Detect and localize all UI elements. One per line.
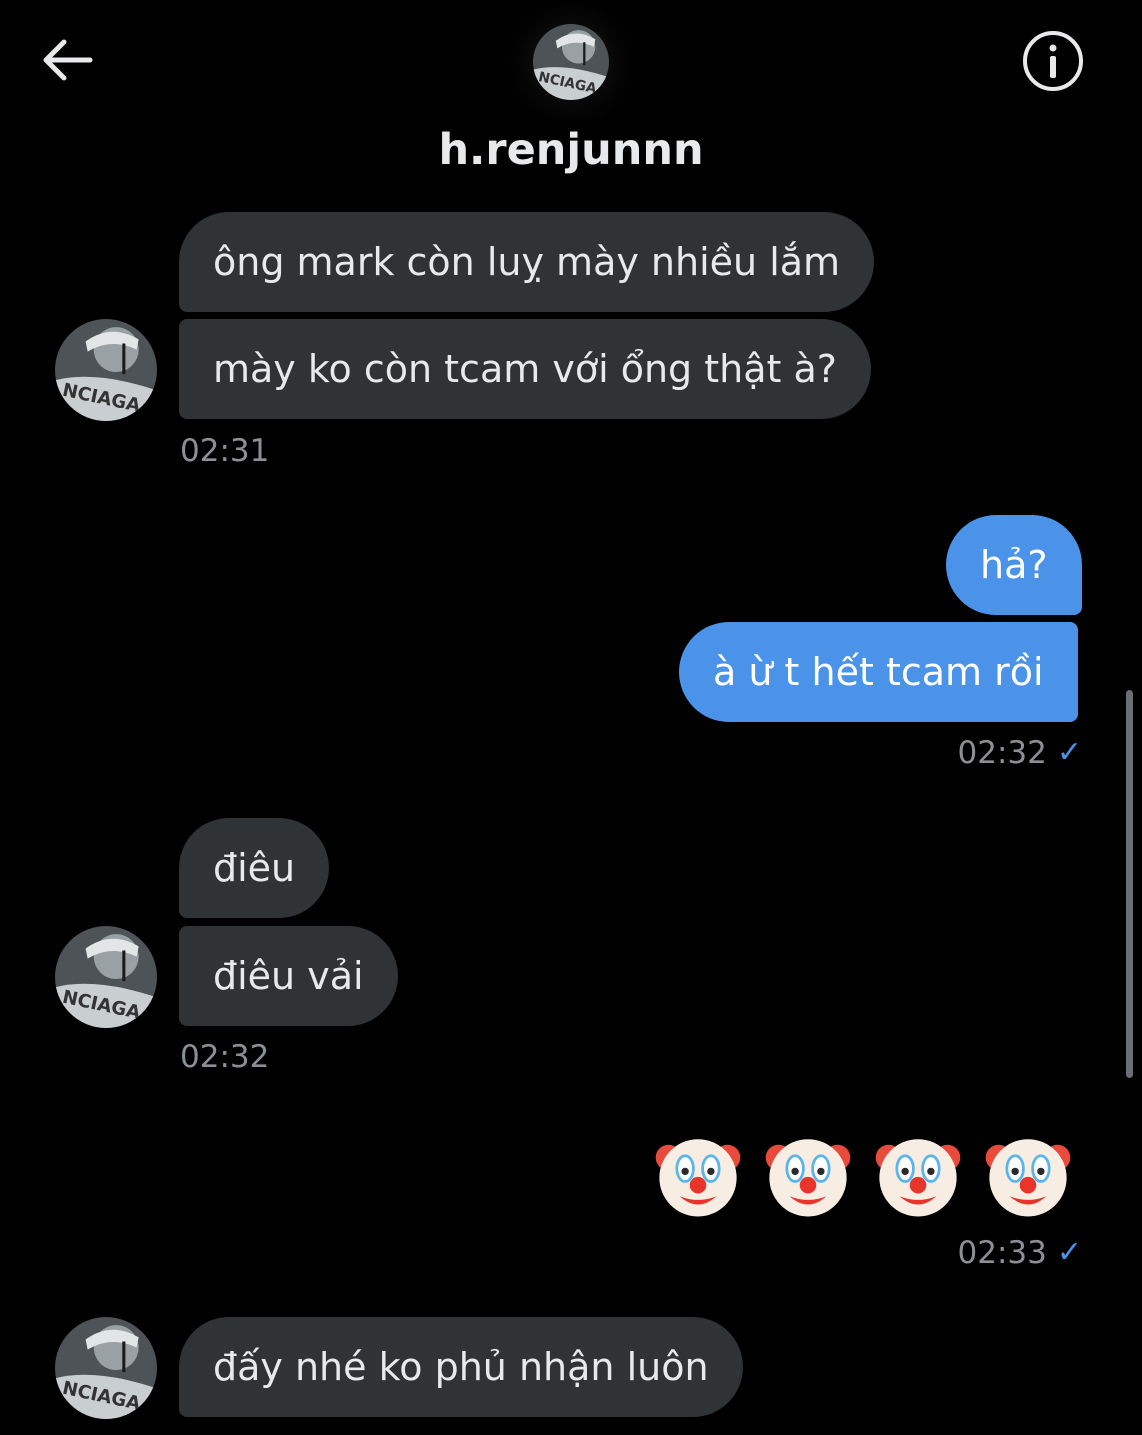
profile-photo: NCIAGA bbox=[533, 24, 609, 100]
message-timestamp: 02:33 bbox=[957, 1235, 1047, 1271]
message-bubble-incoming[interactable]: điêu vải bbox=[179, 926, 398, 1026]
message-text: hả? bbox=[980, 543, 1048, 587]
header-avatar[interactable]: NCIAGA bbox=[533, 24, 609, 100]
back-button[interactable] bbox=[38, 34, 96, 86]
message-text: à ừ t hết tcam rồi bbox=[713, 650, 1044, 694]
read-check-icon: ✓ bbox=[1056, 735, 1082, 770]
scrollbar-thumb[interactable] bbox=[1126, 690, 1133, 1078]
sender-avatar[interactable]: NCIAGA bbox=[55, 926, 157, 1028]
sender-avatar[interactable]: NCIAGA bbox=[55, 319, 157, 421]
message-timestamp: 02:31 bbox=[180, 433, 270, 469]
profile-photo: NCIAGA bbox=[55, 926, 157, 1028]
message-timestamp: 02:32 bbox=[957, 735, 1047, 771]
message-timestamp: 02:32 bbox=[180, 1039, 270, 1075]
clown-face-icon bbox=[765, 1139, 851, 1217]
message-text: đấy nhé ko phủ nhận luôn bbox=[213, 1345, 709, 1389]
conversation-title: h.renjunnn bbox=[438, 125, 704, 175]
info-icon bbox=[1023, 31, 1083, 91]
clown-face-icon bbox=[985, 1139, 1071, 1217]
message-text: điêu bbox=[213, 846, 296, 890]
info-button[interactable] bbox=[1022, 30, 1084, 92]
message-bubble-outgoing[interactable]: à ừ t hết tcam rồi bbox=[679, 622, 1078, 722]
message-status: 02:33 ✓ bbox=[958, 1233, 1082, 1273]
message-text: điêu vải bbox=[213, 954, 364, 998]
clown-face-icon bbox=[655, 1139, 741, 1217]
read-check-icon: ✓ bbox=[1056, 1235, 1082, 1270]
message-bubble-incoming[interactable]: mày ko còn tcam với ổng thật à? bbox=[179, 319, 871, 419]
message-bubble-incoming[interactable]: điêu bbox=[179, 818, 330, 918]
message-bubble-incoming[interactable]: ông mark còn luỵ mày nhiều lắm bbox=[179, 212, 875, 312]
message-bubble-outgoing[interactable]: hả? bbox=[946, 515, 1082, 615]
clown-face-icon bbox=[875, 1139, 961, 1217]
profile-photo: NCIAGA bbox=[55, 1317, 157, 1419]
message-status: 02:32 ✓ bbox=[958, 733, 1082, 773]
sender-avatar[interactable]: NCIAGA bbox=[55, 1317, 157, 1419]
profile-photo: NCIAGA bbox=[55, 319, 157, 421]
message-text: ông mark còn luỵ mày nhiều lắm bbox=[213, 240, 841, 284]
message-bubble-incoming[interactable]: đấy nhé ko phủ nhận luôn bbox=[179, 1317, 743, 1417]
message-text: mày ko còn tcam với ổng thật à? bbox=[213, 347, 837, 391]
arrow-left-icon bbox=[43, 39, 93, 81]
message-emoji-outgoing[interactable]: 🤡🤡🤡🤡 bbox=[652, 1130, 1074, 1222]
